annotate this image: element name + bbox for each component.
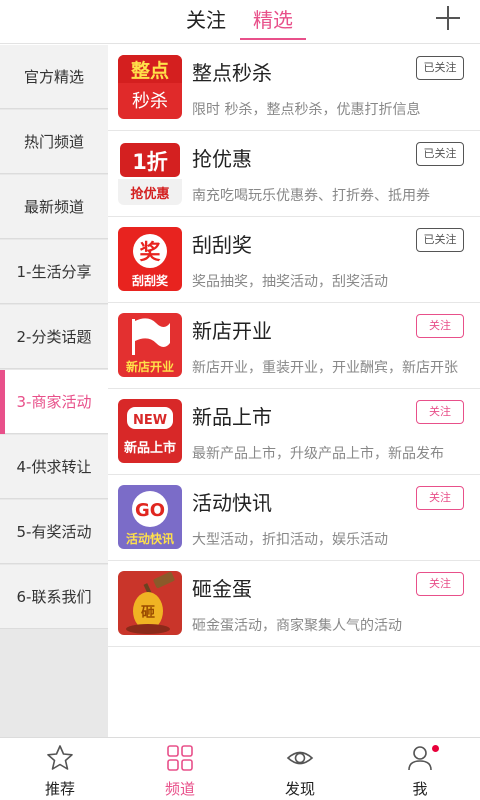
follow-button[interactable]: 关注 (416, 400, 464, 424)
eye-icon (286, 751, 314, 765)
follow-button[interactable]: 关注 (416, 486, 464, 510)
channel-row[interactable]: GO 活动快讯 活动快讯 关注 大型活动，折扣活动，娱乐活动 (108, 475, 480, 561)
channel-description: 新店开业，重装开业，开业酬宾，新店开张 (192, 360, 458, 376)
sidebar-item-prize[interactable]: 5-有奖活动 (0, 500, 108, 564)
channel-thumbnail: NEW 新品上市 (118, 399, 182, 463)
sidebar-item-latest[interactable]: 最新频道 (0, 175, 108, 239)
grid-icon (167, 745, 193, 771)
nav-label: 频道 (164, 780, 195, 798)
channel-row[interactable]: NEW 新品上市 新品上市 关注 最新产品上市，升级产品上市，新品发布 (108, 389, 480, 475)
channel-row[interactable]: 砸 砸金蛋 关注 砸金蛋活动，商家聚集人气的活动 (108, 561, 480, 647)
nav-discover[interactable]: 发现 (240, 738, 360, 800)
sidebar-item-contact[interactable]: 6-联系我们 (0, 565, 108, 629)
channel-thumbnail: GO 活动快讯 (118, 485, 182, 549)
nav-channels[interactable]: 频道 (120, 738, 240, 800)
category-sidebar: 官方精选 热门频道 最新频道 1-生活分享 2-分类话题 3-商家活动 4-供求… (0, 45, 108, 737)
notification-dot (432, 745, 439, 752)
thumb-text: 新品上市 (124, 440, 176, 456)
channel-description: 限时 秒杀，整点秒杀，优惠打折信息 (192, 102, 421, 118)
thumb-text: 刮刮奖 (132, 273, 169, 288)
sidebar-item-label: 1-生活分享 (16, 263, 92, 281)
thumb-text: NEW (133, 413, 167, 428)
sidebar-item-label: 热门频道 (23, 133, 84, 151)
top-bar: 关注 精选 (0, 0, 480, 44)
thumb-text: 1折 (132, 150, 168, 174)
nav-me[interactable]: 我 (360, 738, 480, 800)
sidebar-item-official[interactable]: 官方精选 (0, 45, 108, 109)
channel-description: 南充吃喝玩乐优惠券、打折券、抵用券 (192, 188, 430, 204)
channel-thumbnail: 新店开业 (118, 313, 182, 377)
channel-row[interactable]: 1折 抢优惠 抢优惠 已关注 南充吃喝玩乐优惠券、打折券、抵用券 (108, 131, 480, 217)
channel-row[interactable]: 整点 秒杀 整点秒杀 已关注 限时 秒杀，整点秒杀，优惠打折信息 (108, 45, 480, 131)
plus-icon[interactable] (434, 4, 462, 32)
nav-label: 推荐 (44, 780, 75, 798)
channel-thumbnail: 1折 抢优惠 (118, 141, 182, 205)
channel-row[interactable]: 奖 刮刮奖 刮刮奖 已关注 奖品抽奖，抽奖活动，刮奖活动 (108, 217, 480, 303)
channel-description: 最新产品上市，升级产品上市，新品发布 (192, 446, 444, 462)
sidebar-item-hot[interactable]: 热门频道 (0, 110, 108, 174)
channel-title: 整点秒杀 (192, 61, 272, 85)
channel-title: 砸金蛋 (192, 577, 252, 601)
nav-label: 发现 (284, 780, 315, 798)
thumb-text: 奖 (140, 240, 162, 264)
tab-featured[interactable]: 精选 (253, 6, 293, 38)
sidebar-item-label: 最新频道 (23, 198, 84, 216)
nav-recommend[interactable]: 推荐 (0, 738, 120, 800)
sidebar-item-label: 2-分类话题 (16, 328, 92, 346)
follow-button[interactable]: 关注 (416, 314, 464, 338)
thumb-text: GO (135, 500, 165, 521)
sidebar-item-label: 3-商家活动 (16, 393, 92, 411)
channel-thumbnail: 整点 秒杀 (118, 55, 182, 119)
follow-button[interactable]: 关注 (416, 572, 464, 596)
followed-button[interactable]: 已关注 (416, 228, 464, 252)
sidebar-item-topics[interactable]: 2-分类话题 (0, 305, 108, 369)
sidebar-item-label: 6-联系我们 (16, 588, 92, 606)
sidebar-item-supply[interactable]: 4-供求转让 (0, 435, 108, 499)
followed-button[interactable]: 已关注 (416, 56, 464, 80)
thumb-text: 砸 (141, 605, 155, 621)
thumb-text: 新店开业 (126, 359, 174, 374)
followed-button[interactable]: 已关注 (416, 142, 464, 166)
channel-title: 新店开业 (192, 319, 272, 343)
sidebar-item-label: 官方精选 (23, 68, 84, 86)
star-icon (47, 745, 73, 770)
sidebar-item-label: 4-供求转让 (16, 458, 92, 476)
channel-title: 抢优惠 (192, 147, 252, 171)
tab-following[interactable]: 关注 (186, 6, 226, 38)
sidebar-item-merchant[interactable]: 3-商家活动 (0, 370, 108, 434)
thumb-text: 活动快讯 (126, 531, 174, 546)
sidebar-item-label: 5-有奖活动 (16, 523, 92, 541)
channel-title: 活动快讯 (192, 491, 272, 515)
nav-label: 我 (412, 780, 428, 798)
channel-description: 大型活动，折扣活动，娱乐活动 (192, 532, 388, 548)
person-icon (408, 746, 432, 771)
sidebar-item-life[interactable]: 1-生活分享 (0, 240, 108, 304)
channel-row[interactable]: 新店开业 新店开业 关注 新店开业，重装开业，开业酬宾，新店开张 (108, 303, 480, 389)
channel-description: 奖品抽奖，抽奖活动，刮奖活动 (192, 274, 388, 290)
active-tab-indicator (240, 38, 306, 40)
channel-title: 新品上市 (192, 405, 272, 429)
channel-description: 砸金蛋活动，商家聚集人气的活动 (192, 618, 402, 634)
bottom-nav: 推荐 频道 发现 我 (0, 737, 480, 800)
channel-thumbnail: 奖 刮刮奖 (118, 227, 182, 291)
thumb-text: 秒杀 (132, 91, 168, 112)
channel-title: 刮刮奖 (192, 233, 252, 257)
channel-thumbnail: 砸 (118, 571, 182, 635)
thumb-text: 整点 (131, 59, 169, 82)
thumb-text: 抢优惠 (130, 186, 169, 202)
